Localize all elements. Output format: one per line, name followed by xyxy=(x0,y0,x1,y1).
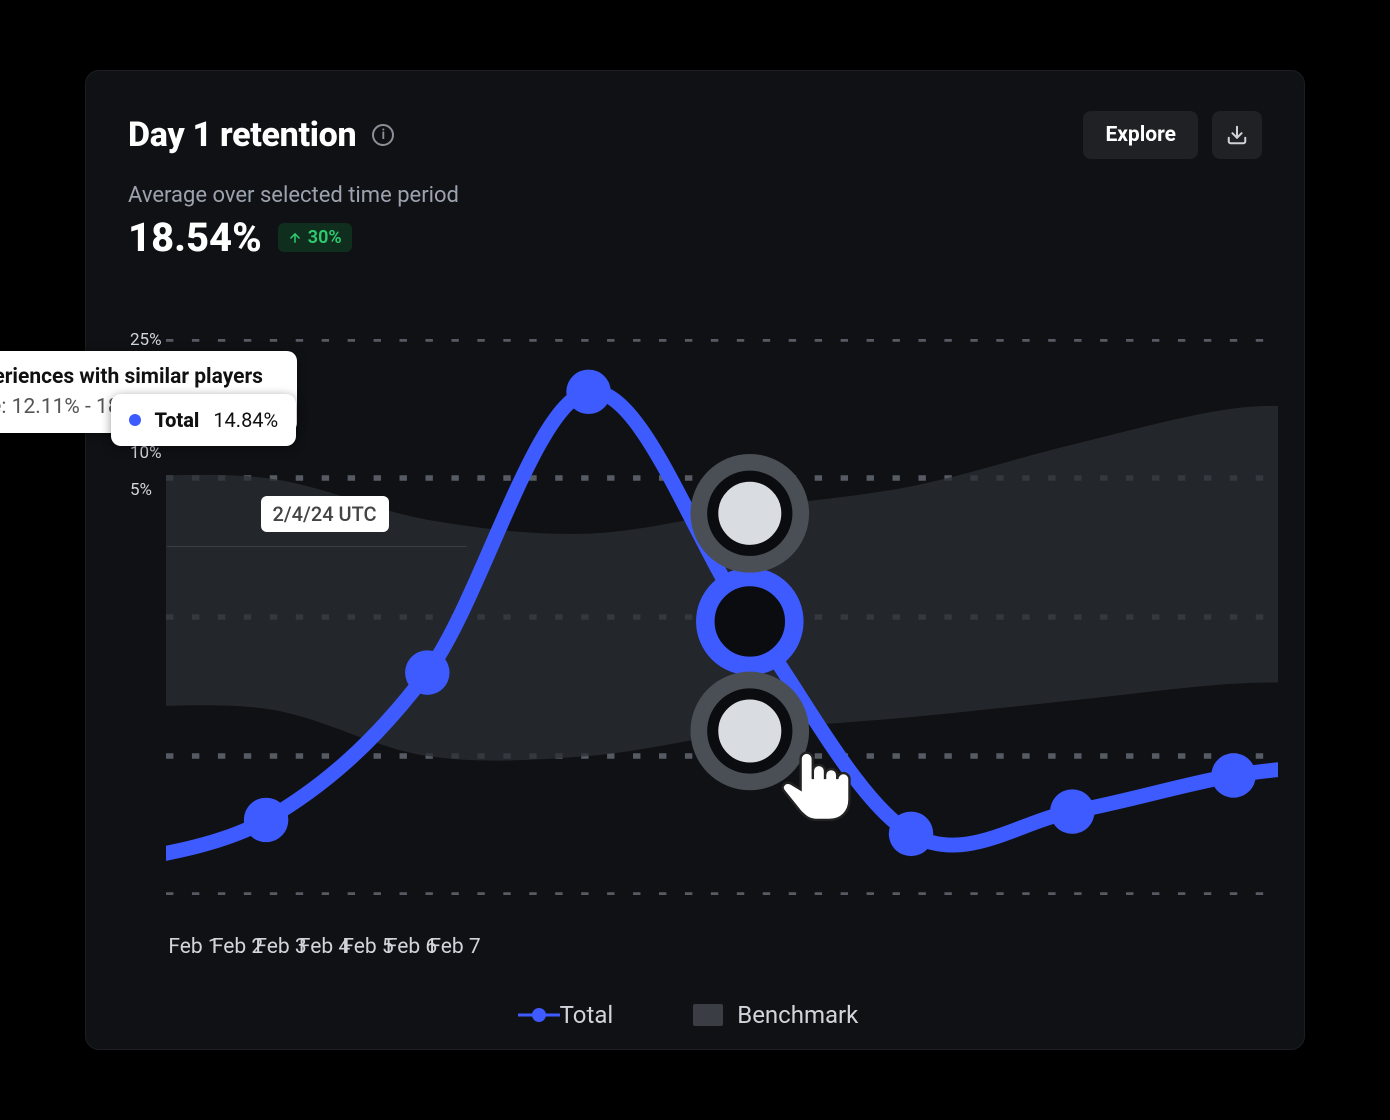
legend-item-benchmark[interactable]: Benchmark xyxy=(693,1001,858,1029)
y-tick-label: 25% xyxy=(130,330,162,350)
summary-subtitle: Average over selected time period xyxy=(128,183,1262,208)
delta-badge: 30% xyxy=(278,223,352,252)
benchmark-tooltip-title: Benchmark for experiences with similar p… xyxy=(0,365,279,389)
chart-legend: Total Benchmark xyxy=(86,1001,1304,1029)
legend-dot-icon xyxy=(532,1008,546,1022)
kpi-row: 18.54% 30% xyxy=(128,214,1262,261)
chart-plot[interactable] xyxy=(166,339,1278,895)
retention-card: Day 1 retention i Explore Average over s… xyxy=(85,70,1305,1050)
download-icon xyxy=(1226,124,1248,146)
download-button[interactable] xyxy=(1212,111,1262,159)
delta-value: 30% xyxy=(308,227,342,248)
header-actions: Explore xyxy=(1083,111,1262,159)
point-tooltip-label: Total xyxy=(155,408,200,432)
explore-button[interactable]: Explore xyxy=(1083,111,1198,159)
info-icon[interactable]: i xyxy=(372,124,394,146)
card-header: Day 1 retention i Explore xyxy=(128,111,1262,159)
title-wrap: Day 1 retention i xyxy=(128,115,394,155)
kpi-value: 18.54% xyxy=(128,214,262,261)
x-tick-label: Feb 7 xyxy=(429,935,480,959)
x-axis-line xyxy=(167,546,467,547)
legend-label: Benchmark xyxy=(737,1001,858,1029)
date-tooltip: 2/4/24 UTC xyxy=(261,496,389,532)
legend-label: Total xyxy=(560,1001,614,1029)
page-title: Day 1 retention xyxy=(128,115,356,155)
point-tooltip-value: 14.84% xyxy=(213,408,278,432)
point-tooltip: Total 14.84% xyxy=(111,394,297,446)
y-tick-label: 5% xyxy=(130,480,152,500)
legend-swatch-icon xyxy=(693,1004,723,1026)
legend-item-total[interactable]: Total xyxy=(532,1001,614,1029)
arrow-up-icon xyxy=(288,231,302,245)
series-dot-icon xyxy=(129,414,141,426)
